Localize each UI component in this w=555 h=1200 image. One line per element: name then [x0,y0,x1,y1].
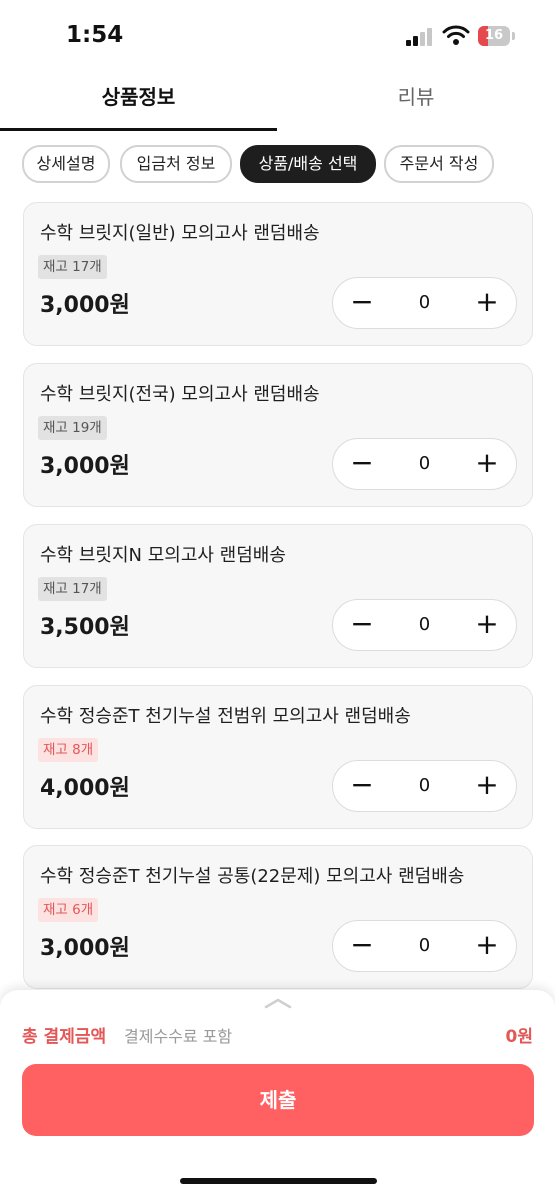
product-price: 3,000원 [40,293,130,318]
product-price: 3,000원 [40,454,130,479]
minus-icon[interactable]: − [335,600,389,650]
quantity-value: 0 [418,292,431,313]
stock-badge: 재고 8개 [38,738,99,762]
stock-badge: 재고 17개 [38,255,107,279]
product-title: 수학 정승준T 천기누설 공통(22문제) 모의고사 랜덤배송 [40,866,465,887]
order-summary-sheet: 총 결제금액 결제수수료 포함 0원 제출 [0,990,555,1200]
quantity-stepper: − 0 + [332,760,517,812]
battery-level: 16 [484,28,504,43]
cellular-signal-icon [406,28,436,46]
stock-badge: 재고 6개 [38,898,99,922]
chip-deposit-info[interactable]: 입금처 정보 [120,145,232,183]
total-amount: 0원 [505,1027,533,1047]
plus-icon[interactable]: + [460,761,514,811]
product-card: 수학 브릿지(전국) 모의고사 랜덤배송 재고 19개 3,000원 − 0 + [23,363,533,507]
chip-product-shipping[interactable]: 상품/배송 선택 [240,145,376,183]
wifi-icon [442,25,470,45]
quantity-value: 0 [418,453,431,474]
product-card: 수학 브릿지N 모의고사 랜덤배송 재고 17개 3,500원 − 0 + [23,524,533,668]
product-title: 수학 브릿지(일반) 모의고사 랜덤배송 [40,223,320,244]
stock-badge: 재고 17개 [38,577,107,601]
product-price: 3,000원 [40,936,130,961]
quantity-stepper: − 0 + [332,438,517,490]
quantity-value: 0 [418,775,431,796]
plus-icon[interactable]: + [460,278,514,328]
tab-reviews[interactable]: 리뷰 [277,74,555,128]
plus-icon[interactable]: + [460,600,514,650]
battery-icon: 16 [478,26,515,46]
chevron-up-icon[interactable] [263,996,293,1010]
plus-icon[interactable]: + [460,921,514,971]
quantity-stepper: − 0 + [332,920,517,972]
quantity-value: 0 [418,614,431,635]
plus-icon[interactable]: + [460,439,514,489]
product-title: 수학 브릿지(전국) 모의고사 랜덤배송 [40,384,320,405]
minus-icon[interactable]: − [335,761,389,811]
product-title: 수학 정승준T 천기누설 전범위 모의고사 랜덤배송 [40,706,411,727]
top-tab-bar: 상품정보 리뷰 [0,74,555,131]
status-time: 1:54 [66,22,124,48]
submit-button[interactable]: 제출 [22,1064,534,1136]
status-bar: 1:54 16 [0,0,555,70]
fee-included-note: 결제수수료 포함 [124,1027,233,1046]
product-card: 수학 정승준T 천기누설 전범위 모의고사 랜덤배송 재고 8개 4,000원 … [23,685,533,829]
product-price: 3,500원 [40,615,130,640]
product-card: 수학 브릿지(일반) 모의고사 랜덤배송 재고 17개 3,000원 − 0 + [23,202,533,346]
minus-icon[interactable]: − [335,278,389,328]
stock-badge: 재고 19개 [38,416,107,440]
chip-order-form[interactable]: 주문서 작성 [384,145,494,183]
product-card: 수학 정승준T 천기누설 공통(22문제) 모의고사 랜덤배송 재고 6개 3,… [23,845,533,989]
product-title: 수학 브릿지N 모의고사 랜덤배송 [40,545,286,566]
home-indicator [180,1178,377,1184]
product-price: 4,000원 [40,776,130,801]
quantity-value: 0 [418,935,431,956]
chip-detail[interactable]: 상세설명 [22,145,110,183]
quantity-stepper: − 0 + [332,277,517,329]
quantity-stepper: − 0 + [332,599,517,651]
tab-product-info[interactable]: 상품정보 [0,74,277,131]
minus-icon[interactable]: − [335,439,389,489]
total-label: 총 결제금액 [22,1027,107,1047]
minus-icon[interactable]: − [335,921,389,971]
